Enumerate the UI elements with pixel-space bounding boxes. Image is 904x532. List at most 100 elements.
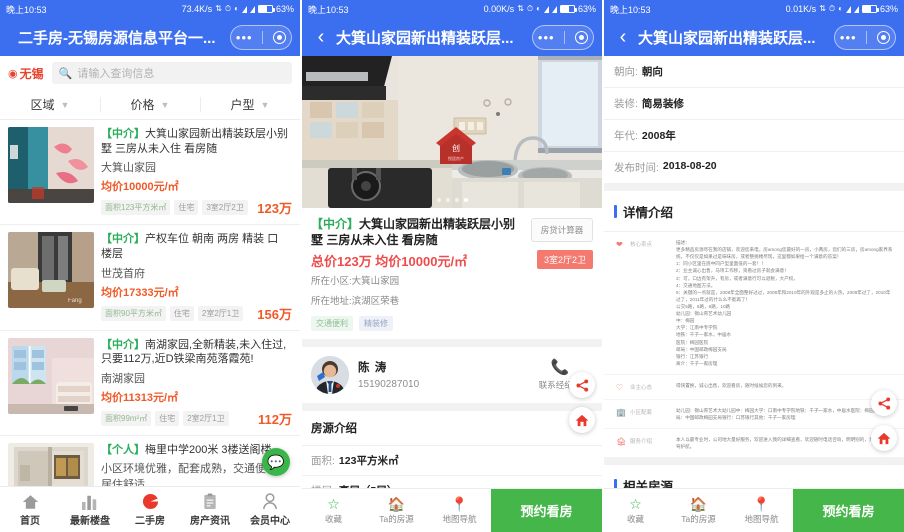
signal-icon bbox=[845, 5, 851, 13]
search-input[interactable]: 🔍 请输入查询信息 bbox=[51, 62, 292, 84]
detail-address: 所在地址:滨湖区荣巷 bbox=[311, 295, 400, 307]
home-icon[interactable] bbox=[871, 425, 897, 451]
desc-body: 描述： 更多精品房源尽在我的店铺，欢迎您来电，房among您最好的一房，小两房，… bbox=[676, 240, 893, 366]
filter-price[interactable]: 价格 ▼ bbox=[100, 90, 200, 119]
share-icon[interactable] bbox=[569, 372, 595, 398]
status-bar-p3: 晚上10:53 0.01K/s ⇅ ⏱ ◐ 63% bbox=[604, 0, 904, 18]
listing-info: 【中介】大箕山家园新出精装跃层小别墅 三房从未入住 看房随 大箕山家园 均价10… bbox=[94, 127, 292, 217]
listing-thumbnail bbox=[8, 442, 94, 486]
action-label: Ta的房源 bbox=[379, 513, 414, 524]
kv-orientation: 朝向: 朝向 bbox=[604, 56, 904, 88]
action-label: 收藏 bbox=[324, 513, 342, 524]
book-viewing-button[interactable]: 预约看房 bbox=[491, 488, 602, 532]
action-favorite[interactable]: ☆ 收藏 bbox=[302, 497, 365, 525]
sync-icon: ⇅ bbox=[215, 4, 222, 13]
action-agent-listings[interactable]: 🏠 Ta的房源 bbox=[365, 497, 428, 525]
page-title: 二手房-无锡房源信息平台一... bbox=[18, 29, 216, 47]
side-float-buttons-p3 bbox=[871, 390, 897, 451]
service-icon: 🏚 bbox=[616, 437, 627, 447]
list-item[interactable]: 【中介】大箕山家园新出精装跃层小别墅 三房从未入住 看房随 大箕山家园 均价10… bbox=[0, 120, 300, 226]
feature-tag: 交通便利 bbox=[311, 315, 353, 331]
gallery-dots[interactable] bbox=[302, 198, 602, 202]
gallery-dot[interactable] bbox=[436, 198, 441, 202]
filter-region[interactable]: 区域 ▼ bbox=[0, 90, 100, 119]
heart-outline-icon: ♡ bbox=[616, 382, 624, 392]
chevron-down-icon: ▼ bbox=[260, 99, 270, 110]
battery-label: 63% bbox=[275, 4, 294, 14]
action-map-nav[interactable]: 📍 地图导航 bbox=[730, 497, 793, 525]
row-value: 2018-08-20 bbox=[662, 160, 717, 172]
close-target-icon[interactable] bbox=[575, 30, 589, 44]
signal-icon bbox=[551, 5, 557, 13]
listing-title: 【中介】大箕山家园新出精装跃层小别墅 三房从未入住 看房随 bbox=[101, 127, 292, 156]
tab-new-buildings[interactable]: 最新楼盘 bbox=[60, 487, 120, 532]
desc-row-service: 🏚 服务介绍 本人以最专业时，公司地大量好服务，欢迎进入我的详细查看，欢迎随时电… bbox=[604, 429, 904, 466]
listing-list[interactable]: 【中介】大箕山家园新出精装跃层小别墅 三房从未入住 看房随 大箕山家园 均价10… bbox=[0, 120, 300, 486]
tab-label: 会员中心 bbox=[250, 516, 290, 527]
listing-title: 【中介】南湖家园,全新精装,未入住过,只要112万,近D铁梁南苑落霞苑! bbox=[101, 338, 292, 367]
search-icon: 🔍 bbox=[58, 67, 73, 80]
gallery-dot[interactable] bbox=[445, 198, 450, 202]
listing-unit-price: 均价17333元/㎡ bbox=[101, 286, 179, 299]
tab-news[interactable]: 房产资讯 bbox=[180, 487, 240, 532]
book-viewing-button[interactable]: 预约看房 bbox=[793, 488, 904, 532]
share-icon[interactable] bbox=[871, 390, 897, 416]
back-icon[interactable]: ‹ bbox=[310, 27, 332, 47]
tab-home[interactable]: 首页 bbox=[0, 487, 60, 532]
avatar bbox=[311, 355, 349, 394]
detail-header: 【中介】大箕山家园新出精装跃层小别墅 三房从未入住 看房随 总价123万 均价1… bbox=[302, 208, 602, 347]
clipboard-icon bbox=[203, 492, 217, 510]
action-bar-p3: ☆ 收藏 🏠 Ta的房源 📍 地图导航 预约看房 bbox=[604, 488, 904, 532]
alarm-icon: ⏱ bbox=[224, 4, 232, 13]
svg-text:悦居房产: 悦居房产 bbox=[448, 155, 464, 161]
phone-icon: 📞 bbox=[550, 359, 570, 377]
list-item[interactable]: 【中介】南湖家园,全新精装,未入住过,只要112万,近D铁梁南苑落霞苑! 南湖家… bbox=[0, 331, 300, 436]
tab-member[interactable]: 会员中心 bbox=[240, 487, 300, 532]
desc-label: 服务介绍 bbox=[630, 439, 653, 446]
action-map-nav[interactable]: 📍 地图导航 bbox=[428, 497, 491, 525]
desc-row-selling-points: ❤ 核心卖点 描述： 更多精品房源尽在我的店铺，欢迎您来电，房among您最好的… bbox=[604, 232, 904, 375]
listing-community: 大箕山家园 bbox=[101, 162, 156, 175]
tag-type: 住宅 bbox=[169, 305, 194, 321]
home-icon[interactable] bbox=[569, 407, 595, 433]
more-menu-icon[interactable]: ••• bbox=[840, 31, 857, 44]
wechat-capsule-p3[interactable]: ••• bbox=[834, 24, 896, 50]
wechat-capsule-p1[interactable]: ••• bbox=[230, 24, 292, 50]
row-value: 123平方米㎡ bbox=[338, 454, 399, 467]
more-menu-icon[interactable]: ••• bbox=[236, 31, 253, 44]
close-target-icon[interactable] bbox=[273, 30, 287, 44]
close-target-icon[interactable] bbox=[877, 30, 891, 44]
desc-label: 核心卖点 bbox=[630, 242, 653, 248]
back-icon[interactable]: ‹ bbox=[612, 27, 634, 47]
map-pin-icon: 📍 bbox=[450, 495, 469, 512]
listing-thumbnail bbox=[8, 127, 94, 203]
desc-body: 得快置换，诚心出售，欢迎看房，随时候候您的到来。 bbox=[676, 382, 787, 388]
filter-label: 区域 bbox=[30, 98, 55, 112]
agent-name: 陈 涛 bbox=[358, 362, 388, 375]
mortgage-calculator-button[interactable]: 房贷计算器 bbox=[531, 218, 593, 242]
navbar-p2: ‹ 大箕山家园新出精装跃层... ••• bbox=[302, 18, 602, 56]
list-item[interactable]: 【个人】梅里中学200米 3楼送阁楼 小区环境优雅，配套成熟，交通便利，居住舒适… bbox=[0, 436, 300, 486]
city-selector[interactable]: ◉ 无锡 bbox=[8, 65, 44, 82]
more-menu-icon[interactable]: ••• bbox=[538, 31, 555, 44]
action-agent-listings[interactable]: 🏠 Ta的房源 bbox=[667, 497, 730, 525]
page-title: 大箕山家园新出精装跃层... bbox=[336, 29, 514, 47]
filter-layout[interactable]: 户型 ▼ bbox=[200, 90, 300, 119]
intro-row-area: 面积: 123平方米㎡ bbox=[302, 446, 602, 476]
svg-text:Fang: Fang bbox=[68, 298, 82, 304]
list-item[interactable]: Fang 【中介】产权车位 朝南 两房 精装 口 楼层 世茂首府 均价17333… bbox=[0, 225, 300, 331]
wechat-capsule-p2[interactable]: ••• bbox=[532, 24, 594, 50]
room-photo-4 bbox=[8, 442, 94, 486]
action-favorite[interactable]: ☆ 收藏 bbox=[604, 497, 667, 525]
agent-card[interactable]: 陈 涛 15190287010 📞 联系经纪人 bbox=[302, 346, 602, 411]
tab-secondhand[interactable]: 二手房 bbox=[120, 487, 180, 532]
page-title: 大箕山家园新出精装跃层... bbox=[638, 29, 816, 47]
desc-label: 小区配套 bbox=[630, 409, 653, 416]
gallery-dot-active[interactable] bbox=[463, 198, 468, 202]
chat-bubble-icon[interactable]: 💬 bbox=[262, 448, 290, 476]
photo-gallery[interactable]: 创 悦居房产 bbox=[302, 56, 602, 208]
gallery-dot[interactable] bbox=[454, 198, 459, 202]
listing-badge: 【中介】 bbox=[101, 128, 145, 140]
alarm-icon: ⏱ bbox=[828, 4, 836, 13]
row-value: 简易装修 bbox=[641, 98, 684, 110]
